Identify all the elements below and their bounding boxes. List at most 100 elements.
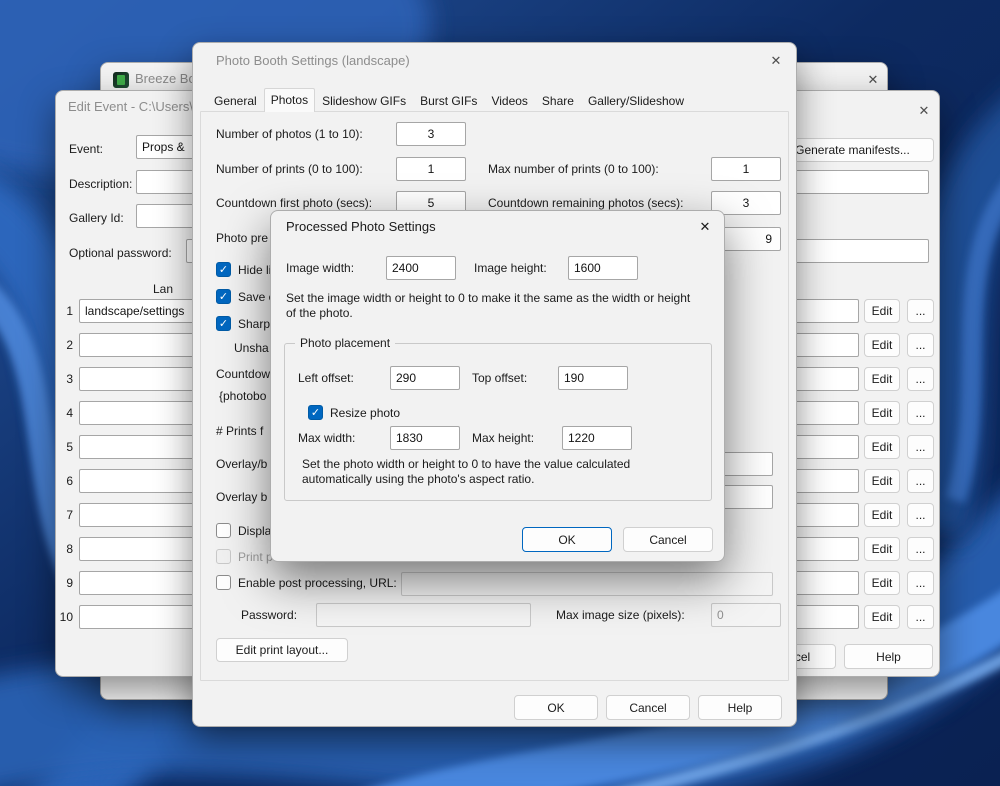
row-number: 7 <box>57 508 73 522</box>
desktop: Breeze Booth ✕ Edit Event - C:\Users\ ✕ … <box>0 0 1000 786</box>
hide-live-checkbox[interactable]: ✓ <box>216 262 231 277</box>
tab-burst-gifs[interactable]: Burst GIFs <box>413 90 484 112</box>
photo-booth-titlebar[interactable]: Photo Booth Settings (landscape) ✕ <box>193 43 796 77</box>
row-number: 2 <box>57 338 73 352</box>
row-more-button[interactable]: ... <box>907 503 934 527</box>
row-edit-button[interactable]: Edit <box>864 367 900 391</box>
row-more-button[interactable]: ... <box>907 401 934 425</box>
sharpen-checkbox[interactable]: ✓ <box>216 316 231 331</box>
row-number: 4 <box>57 406 73 420</box>
size-note: Set the image width or height to 0 to ma… <box>286 291 701 321</box>
image-height-label: Image height: <box>474 261 547 275</box>
row-edit-button[interactable]: Edit <box>864 333 900 357</box>
row-number: 10 <box>57 610 73 624</box>
tab-strip: General Photos Slideshow GIFs Burst GIFs… <box>207 88 691 112</box>
checkmark-icon: ✓ <box>311 406 320 419</box>
photobooth-token-label: {photobo <box>219 389 266 403</box>
tab-share[interactable]: Share <box>535 90 581 112</box>
print-preview-label: Print p <box>238 550 273 564</box>
description-label: Description: <box>69 177 132 191</box>
num-photos-label: Number of photos (1 to 10): <box>216 127 363 141</box>
tab-gallery-slideshow[interactable]: Gallery/Slideshow <box>581 90 691 112</box>
left-offset-input[interactable] <box>390 366 460 390</box>
breeze-app-icon <box>113 72 129 88</box>
tab-slideshow-gifs[interactable]: Slideshow GIFs <box>315 90 413 112</box>
cancel-button[interactable]: Cancel <box>623 527 713 552</box>
max-height-label: Max height: <box>472 431 534 445</box>
row-more-button[interactable]: ... <box>907 469 934 493</box>
row-more-button[interactable]: ... <box>907 367 934 391</box>
tab-general[interactable]: General <box>207 90 264 112</box>
image-width-input[interactable] <box>386 256 456 280</box>
row-edit-button[interactable]: Edit <box>864 401 900 425</box>
row-number: 6 <box>57 474 73 488</box>
row-more-button[interactable]: ... <box>907 571 934 595</box>
ok-button[interactable]: OK <box>522 527 612 552</box>
photo-placement-legend: Photo placement <box>295 336 395 351</box>
tab-photos[interactable]: Photos <box>264 88 315 112</box>
post-processing-label: Enable post processing, URL: <box>238 576 397 590</box>
countdown-first-label: Countdown first photo (secs): <box>216 196 372 210</box>
row-more-button[interactable]: ... <box>907 537 934 561</box>
password-input[interactable] <box>316 603 531 627</box>
hide-live-label: Hide li <box>238 263 271 277</box>
ok-button[interactable]: OK <box>514 695 598 720</box>
tab-videos[interactable]: Videos <box>484 90 534 112</box>
row-edit-button[interactable]: Edit <box>864 537 900 561</box>
photo-prefix-label: Photo pre <box>216 231 268 245</box>
overlay-border-label: Overlay b <box>216 490 267 504</box>
row-edit-button[interactable]: Edit <box>864 571 900 595</box>
display-checkbox[interactable] <box>216 523 231 538</box>
max-height-input[interactable] <box>562 426 632 450</box>
password-label: Password: <box>241 608 297 622</box>
row-edit-button[interactable]: Edit <box>864 299 900 323</box>
sharpen-label: Sharp <box>238 317 270 331</box>
num-prints-label: Number of prints (0 to 100): <box>216 162 363 176</box>
max-image-size-input[interactable] <box>711 603 781 627</box>
gallery-id-label: Gallery Id: <box>69 211 124 225</box>
image-width-label: Image width: <box>286 261 354 275</box>
close-icon[interactable]: ✕ <box>766 51 786 71</box>
row-more-button[interactable]: ... <box>907 299 934 323</box>
num-prints-input[interactable] <box>396 157 466 181</box>
resize-photo-checkbox[interactable]: ✓ <box>308 405 323 420</box>
unsharp-label: Unsha <box>234 341 269 355</box>
max-width-input[interactable] <box>390 426 460 450</box>
edit-print-layout-button[interactable]: Edit print layout... <box>216 638 348 662</box>
photo-booth-title: Photo Booth Settings (landscape) <box>216 53 410 69</box>
checkmark-icon: ✓ <box>219 290 228 303</box>
event-label: Event: <box>69 142 103 156</box>
help-button[interactable]: Help <box>844 644 933 669</box>
post-processing-checkbox[interactable] <box>216 575 231 590</box>
print-preview-checkbox[interactable] <box>216 549 231 564</box>
num-photos-input[interactable] <box>396 122 466 146</box>
close-icon[interactable]: ✕ <box>863 70 883 90</box>
checkmark-icon: ✓ <box>219 263 228 276</box>
close-icon[interactable]: ✕ <box>914 101 934 121</box>
image-height-input[interactable] <box>568 256 638 280</box>
overlay-background-label: Overlay/b <box>216 457 267 471</box>
prints-per-photo-label: # Prints f <box>216 424 263 438</box>
help-button[interactable]: Help <box>698 695 782 720</box>
top-offset-input[interactable] <box>558 366 628 390</box>
max-prints-input[interactable] <box>711 157 781 181</box>
row-edit-button[interactable]: Edit <box>864 435 900 459</box>
save-checkbox[interactable]: ✓ <box>216 289 231 304</box>
checkmark-icon: ✓ <box>219 317 228 330</box>
aspect-note: Set the photo width or height to 0 to ha… <box>302 457 674 487</box>
cancel-button[interactable]: Cancel <box>606 695 690 720</box>
post-processing-url-input[interactable] <box>401 572 773 596</box>
max-prints-label: Max number of prints (0 to 100): <box>488 162 659 176</box>
row-more-button[interactable]: ... <box>907 435 934 459</box>
row-more-button[interactable]: ... <box>907 605 934 629</box>
row-edit-button[interactable]: Edit <box>864 503 900 527</box>
countdown-remaining-label: Countdown remaining photos (secs): <box>488 196 683 210</box>
row-edit-button[interactable]: Edit <box>864 605 900 629</box>
max-width-label: Max width: <box>298 431 355 445</box>
row-more-button[interactable]: ... <box>907 333 934 357</box>
close-icon[interactable]: ✕ <box>695 217 715 237</box>
top-offset-label: Top offset: <box>472 371 527 385</box>
row-edit-button[interactable]: Edit <box>864 469 900 493</box>
processed-dialog-titlebar[interactable]: Processed Photo Settings ✕ <box>271 211 724 245</box>
resize-photo-label: Resize photo <box>330 406 400 420</box>
